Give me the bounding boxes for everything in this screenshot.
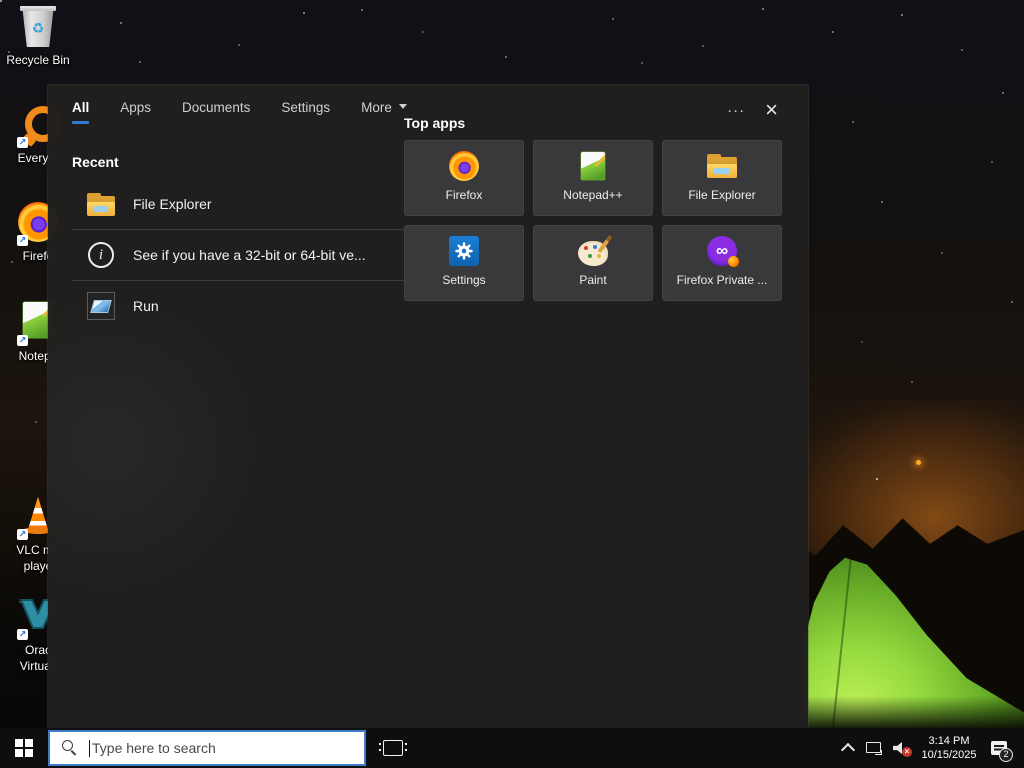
shortcut-arrow-icon: ↗ bbox=[17, 629, 28, 640]
shortcut-arrow-icon: ↗ bbox=[17, 137, 28, 148]
notification-badge: 2 bbox=[999, 748, 1013, 762]
top-apps-section: Top apps Firefox Notepad++ File Explorer bbox=[404, 115, 794, 301]
recycle-glyph: ♻ bbox=[31, 20, 45, 36]
ground-shadow bbox=[800, 696, 1024, 728]
action-center-button[interactable]: 2 bbox=[982, 728, 1016, 768]
taskbar-search-box[interactable] bbox=[48, 730, 366, 766]
clock-time: 3:14 PM bbox=[928, 734, 970, 747]
recent-title: Recent bbox=[72, 154, 119, 170]
recent-item-bit-version[interactable]: i See if you have a 32-bit or 64-bit ve.… bbox=[72, 229, 404, 280]
stars bbox=[0, 0, 2, 2]
speaker-muted-icon: × bbox=[893, 741, 912, 757]
search-input[interactable] bbox=[90, 740, 364, 756]
top-app-firefox-private[interactable]: ∞ Firefox Private ... bbox=[662, 225, 782, 301]
task-view-button[interactable] bbox=[372, 728, 414, 768]
tray-overflow-button[interactable] bbox=[836, 728, 860, 768]
top-app-file-explorer[interactable]: File Explorer bbox=[662, 140, 782, 216]
bright-planet bbox=[916, 460, 921, 465]
task-view-icon bbox=[379, 740, 407, 756]
tab-more[interactable]: More bbox=[361, 100, 407, 121]
windows-logo-icon bbox=[15, 739, 33, 757]
ethernet-icon bbox=[865, 741, 882, 755]
clock-date: 10/15/2025 bbox=[921, 749, 977, 761]
palette-icon bbox=[578, 235, 608, 267]
chevron-up-icon bbox=[840, 742, 856, 758]
top-app-settings[interactable]: Settings bbox=[404, 225, 524, 301]
run-window-icon bbox=[86, 292, 116, 320]
taskbar: × 3:14 PM 10/15/2025 2 bbox=[0, 728, 1024, 768]
start-button[interactable] bbox=[0, 728, 48, 768]
network-button[interactable] bbox=[860, 728, 887, 768]
search-icon bbox=[62, 740, 78, 756]
desktop-icon-label: Recycle Bin bbox=[6, 53, 70, 67]
small-star bbox=[876, 478, 878, 480]
shortcut-arrow-icon: ↗ bbox=[17, 335, 28, 346]
top-app-notepadpp[interactable]: Notepad++ bbox=[533, 140, 653, 216]
search-flyout-panel: All Apps Documents Settings More ··· × R… bbox=[48, 85, 808, 728]
top-app-paint[interactable]: Paint bbox=[533, 225, 653, 301]
shortcut-arrow-icon: ↗ bbox=[17, 529, 28, 540]
notepadpp-icon bbox=[581, 150, 605, 182]
volume-button[interactable]: × bbox=[887, 728, 916, 768]
tab-documents[interactable]: Documents bbox=[182, 100, 250, 121]
folder-icon bbox=[707, 150, 737, 182]
mute-x-icon: × bbox=[902, 747, 912, 757]
info-icon: i bbox=[86, 242, 116, 268]
desktop-icon-recycle-bin[interactable]: ♻ Recycle Bin bbox=[0, 6, 76, 69]
tab-apps[interactable]: Apps bbox=[120, 100, 151, 121]
top-apps-title: Top apps bbox=[404, 115, 466, 131]
firefox-icon bbox=[449, 150, 479, 182]
tab-all[interactable]: All bbox=[72, 100, 89, 124]
recycle-bin-icon: ♻ bbox=[16, 6, 60, 50]
mask-icon: ∞ bbox=[707, 235, 739, 267]
clock[interactable]: 3:14 PM 10/15/2025 bbox=[916, 734, 982, 763]
shortcut-arrow-icon: ↗ bbox=[17, 235, 28, 246]
gear-icon bbox=[449, 235, 479, 267]
recent-section: Recent File Explorer i See if you have a… bbox=[72, 154, 404, 331]
tab-settings[interactable]: Settings bbox=[281, 100, 330, 121]
system-tray: × 3:14 PM 10/15/2025 2 bbox=[836, 728, 1024, 768]
top-app-firefox[interactable]: Firefox bbox=[404, 140, 524, 216]
recent-item-file-explorer[interactable]: File Explorer bbox=[72, 179, 404, 229]
chevron-down-icon bbox=[398, 104, 407, 113]
folder-icon bbox=[86, 192, 116, 216]
recent-item-run[interactable]: Run bbox=[72, 280, 404, 331]
